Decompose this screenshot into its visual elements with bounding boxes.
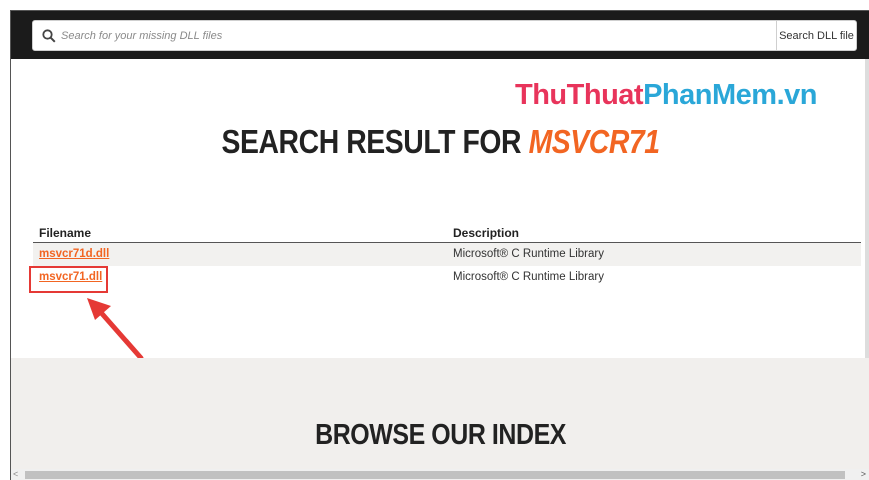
search-box: Search DLL file [32,20,857,51]
results-table: Filename Description msvcr71d.dll Micros… [33,221,861,289]
search-term: MSVCR71 [528,123,660,160]
watermark-logo: ThuThuatPhanMem.vn [515,79,817,112]
horizontal-scrollbar[interactable]: < > [11,469,869,480]
top-search-bar: Search DLL file [11,11,869,59]
column-header-description: Description [453,226,520,240]
watermark-part1: ThuThuat [515,79,644,111]
browse-section: BROWSE OUR INDEX [11,358,869,480]
scroll-thumb[interactable] [25,471,845,479]
search-dll-button[interactable]: Search DLL file [776,21,856,50]
page-title: SEARCH RESULT FOR MSVCR71 [71,123,810,161]
browser-viewport: Search DLL file ThuThuatPhanMem.vn SEARC… [10,10,869,480]
search-icon [42,29,56,43]
page-title-prefix: SEARCH RESULT FOR [221,123,529,160]
row-description: Microsoft® C Runtime Library [453,248,604,260]
scroll-left-icon[interactable]: < [13,469,18,479]
vertical-scrollbar[interactable] [865,59,869,359]
row-description: Microsoft® C Runtime Library [453,271,604,283]
dll-link-msvcr71d[interactable]: msvcr71d.dll [39,248,109,260]
watermark-part3: .vn [776,79,818,111]
table-header: Filename Description [33,221,861,243]
watermark-part2: PhanMem [643,79,777,111]
search-input[interactable] [61,21,761,50]
scroll-right-icon[interactable]: > [861,469,866,479]
table-row: msvcr71.dll Microsoft® C Runtime Library [33,266,861,289]
annotation-highlight-box [29,266,108,293]
column-header-filename: Filename [39,226,92,240]
table-row: msvcr71d.dll Microsoft® C Runtime Librar… [33,243,861,266]
browse-heading: BROWSE OUR INDEX [315,419,566,451]
